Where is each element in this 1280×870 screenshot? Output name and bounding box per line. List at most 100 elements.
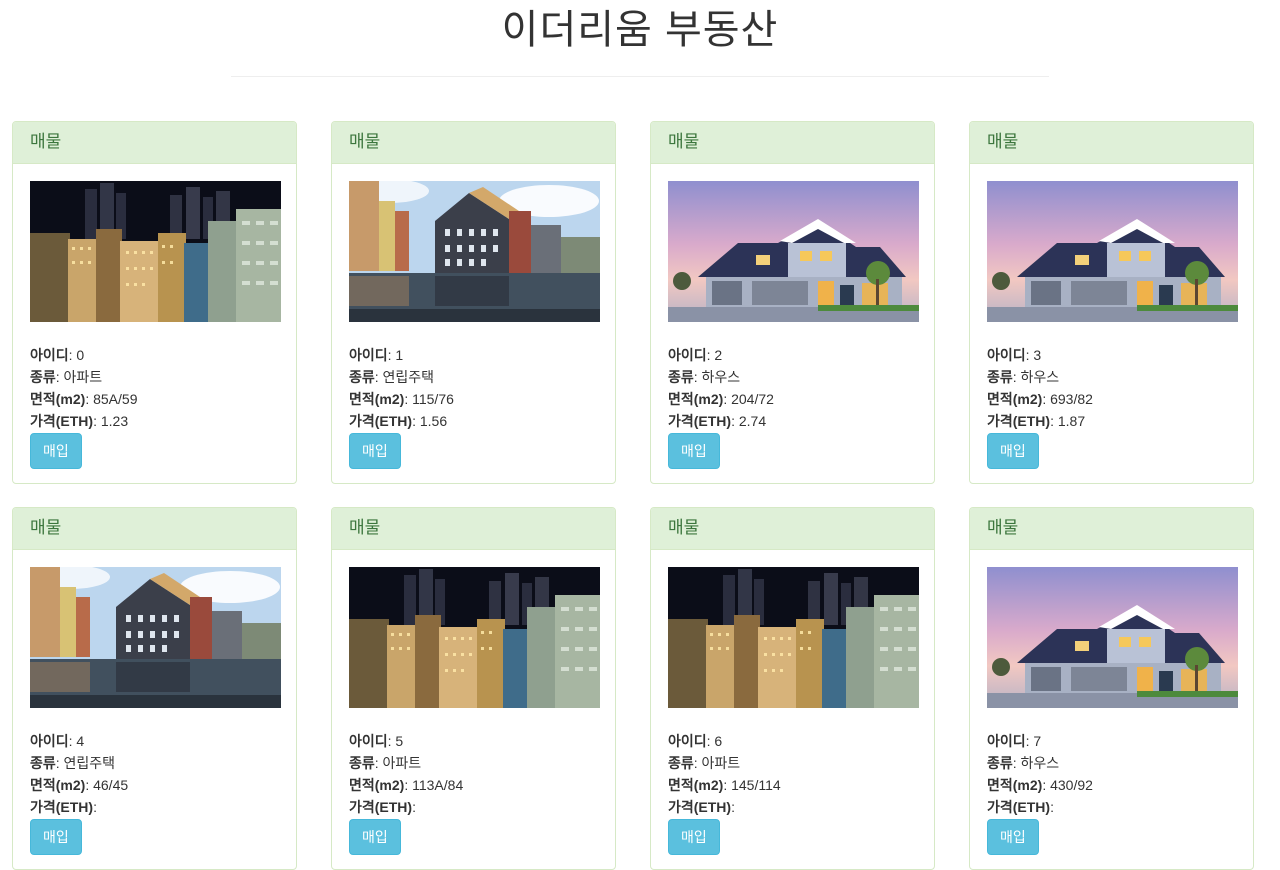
listing-card: 매물 아이디: 7 종류: 하우스 면적(m2): 430/92 가격(ETH)… (969, 507, 1254, 870)
price-label: 가격(ETH) (668, 413, 732, 429)
area-label: 면적(m2) (349, 777, 405, 793)
price-row: 가격(ETH): 1.87 (987, 413, 1086, 429)
house-image (987, 567, 1238, 708)
card-header: 매물 (13, 508, 296, 550)
type-label: 종류 (987, 755, 1013, 771)
listing-card: 매물 아이디: 5 종류: 아파트 면적(m2): 113A/84 가격(ETH… (331, 507, 616, 870)
id-row: 아이디: 6 (668, 733, 723, 749)
type-row: 종류: 연립주택 (349, 369, 435, 385)
area-value: 115/76 (412, 391, 454, 407)
id-row: 아이디: 4 (30, 733, 85, 749)
area-value: 113A/84 (412, 777, 464, 793)
area-label: 면적(m2) (987, 391, 1043, 407)
buy-button[interactable]: 매입 (668, 819, 720, 855)
type-row: 종류: 하우스 (987, 755, 1060, 771)
price-value: 1.23 (100, 413, 129, 429)
buy-button[interactable]: 매입 (349, 819, 401, 855)
type-value: 하우스 (1020, 755, 1060, 771)
price-label: 가격(ETH) (349, 799, 413, 815)
price-label: 가격(ETH) (349, 413, 413, 429)
price-label: 가격(ETH) (668, 799, 732, 815)
id-label: 아이디 (30, 347, 69, 363)
area-row: 면적(m2): 46/45 (30, 777, 129, 793)
type-label: 종류 (30, 369, 56, 385)
type-label: 종류 (668, 369, 694, 385)
id-value: 2 (714, 347, 723, 363)
id-row: 아이디: 3 (987, 347, 1042, 363)
id-row: 아이디: 2 (668, 347, 723, 363)
type-value: 아파트 (382, 755, 422, 771)
area-label: 면적(m2) (987, 777, 1043, 793)
id-value: 3 (1033, 347, 1042, 363)
price-label: 가격(ETH) (30, 799, 94, 815)
type-label: 종류 (349, 369, 375, 385)
area-label: 면적(m2) (30, 777, 86, 793)
id-label: 아이디 (349, 347, 388, 363)
type-row: 종류: 하우스 (668, 369, 741, 385)
price-label: 가격(ETH) (987, 413, 1051, 429)
price-row: 가격(ETH): 1.23 (30, 413, 129, 429)
area-value: 85A/59 (93, 391, 138, 407)
id-label: 아이디 (668, 733, 707, 749)
price-row: 가격(ETH): (30, 799, 97, 815)
area-row: 면적(m2): 145/114 (668, 777, 781, 793)
id-label: 아이디 (668, 347, 707, 363)
buy-button[interactable]: 매입 (30, 433, 82, 469)
city-image (30, 181, 281, 322)
area-row: 면적(m2): 113A/84 (349, 777, 464, 793)
id-row: 아이디: 1 (349, 347, 404, 363)
area-row: 면적(m2): 430/92 (987, 777, 1093, 793)
id-label: 아이디 (987, 733, 1026, 749)
price-row: 가격(ETH): (987, 799, 1054, 815)
listing-card: 매물 아이디: 3 종류: 하우스 면적(m2): 693/82 가격(ETH)… (969, 121, 1254, 484)
area-value: 46/45 (93, 777, 129, 793)
id-value: 6 (714, 733, 723, 749)
area-row: 면적(m2): 115/76 (349, 391, 454, 407)
id-label: 아이디 (987, 347, 1026, 363)
type-value: 아파트 (701, 755, 741, 771)
area-label: 면적(m2) (668, 777, 724, 793)
buy-button[interactable]: 매입 (30, 819, 82, 855)
area-value: 204/72 (731, 391, 774, 407)
canal-image (30, 567, 281, 708)
id-value: 7 (1033, 733, 1042, 749)
type-row: 종류: 연립주택 (30, 755, 116, 771)
area-row: 면적(m2): 204/72 (668, 391, 774, 407)
price-row: 가격(ETH): (668, 799, 735, 815)
card-header: 매물 (970, 508, 1253, 550)
type-row: 종류: 아파트 (30, 369, 103, 385)
city-image (349, 567, 600, 708)
buy-button[interactable]: 매입 (987, 819, 1039, 855)
type-row: 종류: 하우스 (987, 369, 1060, 385)
card-header: 매물 (13, 122, 296, 164)
id-row: 아이디: 5 (349, 733, 404, 749)
house-image (987, 181, 1238, 322)
card-header: 매물 (651, 508, 934, 550)
type-label: 종류 (668, 755, 694, 771)
canal-image (349, 181, 600, 322)
price-value: 2.74 (738, 413, 767, 429)
city-image (668, 567, 919, 708)
id-value: 1 (395, 347, 404, 363)
buy-button[interactable]: 매입 (987, 433, 1039, 469)
title-divider (231, 76, 1049, 77)
type-row: 종류: 아파트 (668, 755, 741, 771)
card-header: 매물 (970, 122, 1253, 164)
id-row: 아이디: 7 (987, 733, 1042, 749)
area-value: 145/114 (731, 777, 781, 793)
type-label: 종류 (30, 755, 56, 771)
type-label: 종류 (987, 369, 1013, 385)
price-row: 가격(ETH): (349, 799, 416, 815)
listing-card: 매물 아이디: 1 종류: 연립주택 면적(m2): 115/76 가격(ETH… (331, 121, 616, 484)
buy-button[interactable]: 매입 (668, 433, 720, 469)
price-label: 가격(ETH) (30, 413, 94, 429)
area-row: 면적(m2): 693/82 (987, 391, 1093, 407)
type-label: 종류 (349, 755, 375, 771)
id-label: 아이디 (30, 733, 69, 749)
house-image (668, 181, 919, 322)
card-header: 매물 (332, 508, 615, 550)
buy-button[interactable]: 매입 (349, 433, 401, 469)
listing-card: 매물 아이디: 6 종류: 아파트 면적(m2): 145/114 가격(ETH… (650, 507, 935, 870)
price-row: 가격(ETH): 1.56 (349, 413, 448, 429)
listing-card: 매물 아이디: 0 종류: 아파트 면적(m2): 85A/59 가격(ETH)… (12, 121, 297, 484)
